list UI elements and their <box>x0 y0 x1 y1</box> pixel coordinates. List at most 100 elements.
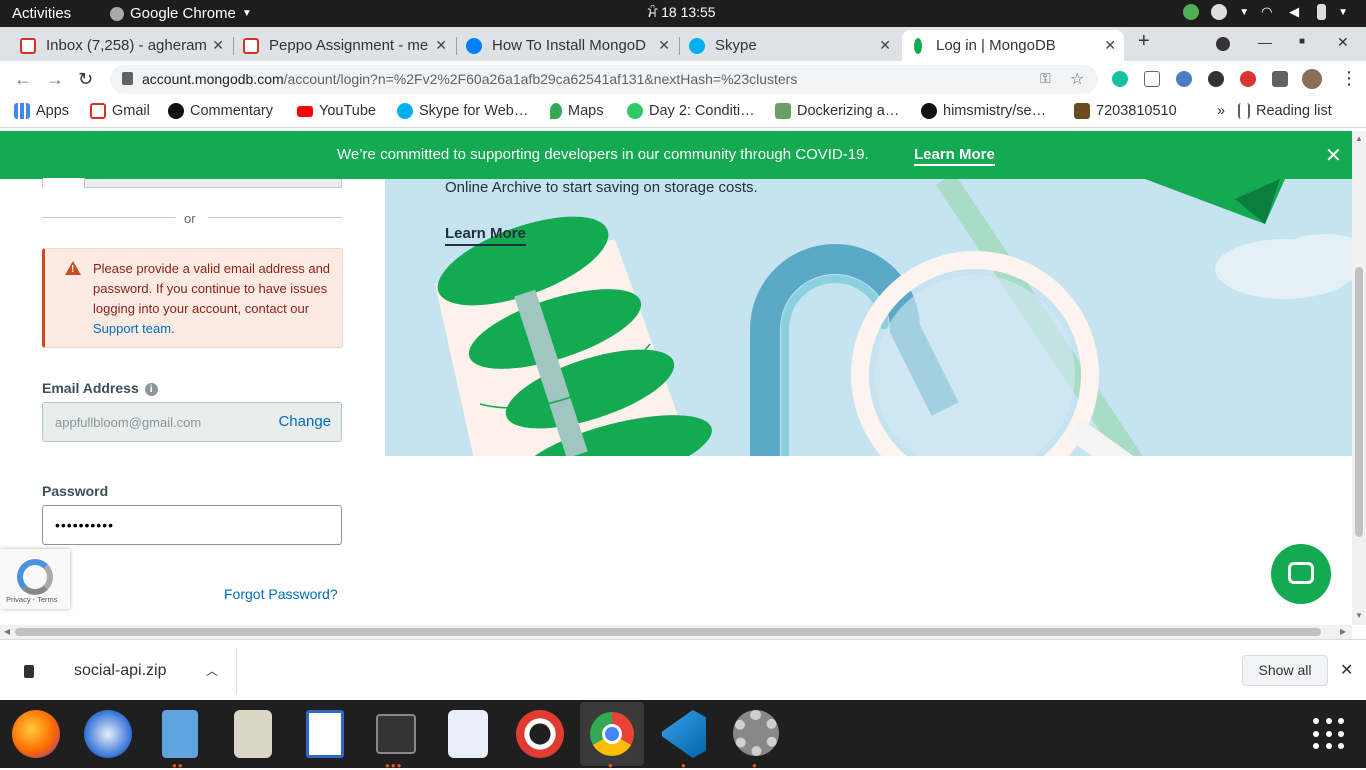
maximize-button[interactable]: ■ <box>1299 36 1305 47</box>
accessibility-icon[interactable] <box>1211 4 1228 20</box>
new-tab-button[interactable]: + <box>1138 30 1150 53</box>
tab-peppo[interactable]: Peppo Assignment - me ✕ <box>235 30 455 61</box>
chat-icon <box>1288 562 1314 584</box>
tab-inbox[interactable]: Inbox (7,258) - agheram ✕ <box>12 30 232 61</box>
back-button[interactable]: ← <box>14 69 32 90</box>
clock[interactable]: ਮੰ 18 13:55 <box>648 4 716 21</box>
toolbar: ← → ↻ account.mongodb.com/account/login?… <box>0 61 1366 97</box>
recaptcha-terms[interactable]: Privacy - Terms <box>6 595 58 604</box>
change-email-button[interactable]: Change <box>278 413 331 430</box>
grammarly-icon[interactable] <box>1112 71 1128 87</box>
scrollbar-thumb[interactable] <box>1355 267 1363 537</box>
thunderbird-icon[interactable] <box>84 710 132 758</box>
reading-list-button[interactable]: Reading list <box>1238 103 1332 119</box>
scroll-left-icon[interactable]: ◀ <box>4 627 10 636</box>
key-icon[interactable]: ⚿ <box>1040 70 1051 87</box>
chat-button[interactable] <box>1271 544 1331 604</box>
settings-gear-icon[interactable] <box>733 710 779 756</box>
tab-search-icon[interactable] <box>1216 37 1230 51</box>
scroll-down-icon[interactable]: ▼ <box>1355 611 1363 620</box>
avatar[interactable] <box>1302 69 1322 89</box>
reload-button[interactable]: ↻ <box>78 69 93 90</box>
bookmark-youtube[interactable]: YouTube <box>297 103 376 119</box>
url-text[interactable]: account.mongodb.com/account/login?n=%2Fv… <box>142 71 797 87</box>
menu-icon[interactable]: ⋮ <box>1340 68 1358 89</box>
show-applications-icon[interactable] <box>1313 718 1345 750</box>
bookmark-apps[interactable]: Apps <box>14 103 69 119</box>
wifi-icon[interactable]: ◠ <box>1261 4 1277 20</box>
close-icon[interactable]: ✕ <box>1325 143 1342 168</box>
running-indicator: ● <box>752 761 758 770</box>
tab-install-mongodb[interactable]: How To Install MongoD ✕ <box>458 30 678 61</box>
tab-skype[interactable]: Skype ✕ <box>681 30 899 61</box>
more-bookmarks-button[interactable]: » <box>1217 103 1225 119</box>
show-all-button[interactable]: Show all <box>1242 655 1328 686</box>
terminal-icon[interactable] <box>376 714 416 754</box>
horizontal-scrollbar[interactable]: ◀ ▶ <box>0 625 1352 639</box>
activities-button[interactable]: Activities <box>12 5 71 22</box>
star-icon[interactable]: ☆ <box>1070 69 1084 89</box>
chevron-up-icon[interactable]: ︿ <box>206 662 218 679</box>
scrollbar-thumb[interactable] <box>15 628 1321 636</box>
address-bar[interactable]: account.mongodb.com/account/login?n=%2Fv… <box>110 65 1098 94</box>
system-tray[interactable]: ▼ ◠ ◀ ▼ <box>1183 4 1348 20</box>
close-icon[interactable]: ✕ <box>435 37 447 54</box>
hackerrank-icon <box>627 103 643 119</box>
close-icon[interactable]: ✕ <box>879 37 891 54</box>
cricbuzz-icon <box>168 103 184 119</box>
hero-learn-more-link[interactable]: Learn More <box>445 225 526 246</box>
download-item[interactable]: social-api.zip <box>74 662 166 680</box>
arrow-right-icon: → <box>537 227 551 243</box>
lock-icon[interactable] <box>122 72 133 85</box>
vertical-scrollbar[interactable]: ▲ ▼ <box>1352 131 1366 625</box>
firefox-icon[interactable] <box>12 710 60 758</box>
rhythmbox-icon[interactable] <box>234 710 272 758</box>
partial-input-field[interactable] <box>42 178 342 188</box>
bookmark-gmail[interactable]: Gmail <box>90 103 150 119</box>
files-icon[interactable] <box>162 710 198 758</box>
scroll-up-icon[interactable]: ▲ <box>1355 134 1363 143</box>
downloads-bar: social-api.zip ︿ Show all ✕ <box>0 639 1366 700</box>
recaptcha-badge[interactable]: Privacy - Terms <box>0 549 70 609</box>
email-field[interactable]: appfullbloom@gmail.com Change <box>42 402 342 442</box>
close-icon[interactable]: ✕ <box>658 37 670 54</box>
window-close-button[interactable]: ✕ <box>1337 34 1349 51</box>
app-menu[interactable]: Google Chrome ▼ <box>110 5 252 22</box>
puzzle-icon[interactable] <box>1272 71 1288 87</box>
bookmark-dockerizing[interactable]: Dockerizing a… <box>775 103 899 119</box>
bookmark-maps[interactable]: Maps <box>550 103 603 119</box>
minimize-button[interactable]: — <box>1258 34 1272 50</box>
bookmark-commentary[interactable]: Commentary <box>168 103 273 119</box>
extension-icon[interactable] <box>1208 71 1224 87</box>
forward-button[interactable]: → <box>46 69 64 90</box>
status-icon[interactable] <box>1183 4 1200 20</box>
chrome-icon <box>110 6 124 21</box>
software-icon[interactable] <box>448 710 488 758</box>
scroll-right-icon[interactable]: ▶ <box>1340 627 1346 636</box>
extension-icon[interactable] <box>1176 71 1192 87</box>
info-icon[interactable]: i <box>144 383 158 396</box>
bookmark-skype[interactable]: Skype for Web… <box>397 103 528 119</box>
close-icon[interactable]: ✕ <box>1340 660 1353 680</box>
json-extension-icon[interactable] <box>1144 71 1160 87</box>
vscode-icon[interactable] <box>662 710 706 758</box>
volume-icon[interactable]: ◀ <box>1289 4 1305 20</box>
forgot-password-link[interactable]: Forgot Password? <box>224 586 338 602</box>
help-icon[interactable] <box>516 710 564 758</box>
extension-icon[interactable] <box>1240 71 1256 87</box>
covid-learn-more-link[interactable]: Learn More <box>914 146 995 166</box>
error-alert: ! Please provide a valid email address a… <box>42 248 343 348</box>
battery-icon[interactable] <box>1317 4 1327 20</box>
chrome-dock-item[interactable] <box>580 702 644 766</box>
bookmark-github[interactable]: himsmistry/se… <box>921 103 1046 119</box>
skype-icon <box>689 37 705 54</box>
node-icon <box>775 103 791 119</box>
close-icon[interactable]: ✕ <box>1104 37 1116 54</box>
password-field[interactable]: •••••••••• <box>42 505 342 545</box>
close-icon[interactable]: ✕ <box>212 37 224 54</box>
writer-icon[interactable] <box>306 710 344 758</box>
bookmark-phone[interactable]: 7203810510 <box>1074 103 1177 119</box>
support-team-link[interactable]: Support team <box>93 321 171 336</box>
tab-mongodb-login[interactable]: Log in | MongoDB ✕ <box>902 30 1124 61</box>
bookmark-hackerrank[interactable]: Day 2: Conditi… <box>627 103 755 119</box>
